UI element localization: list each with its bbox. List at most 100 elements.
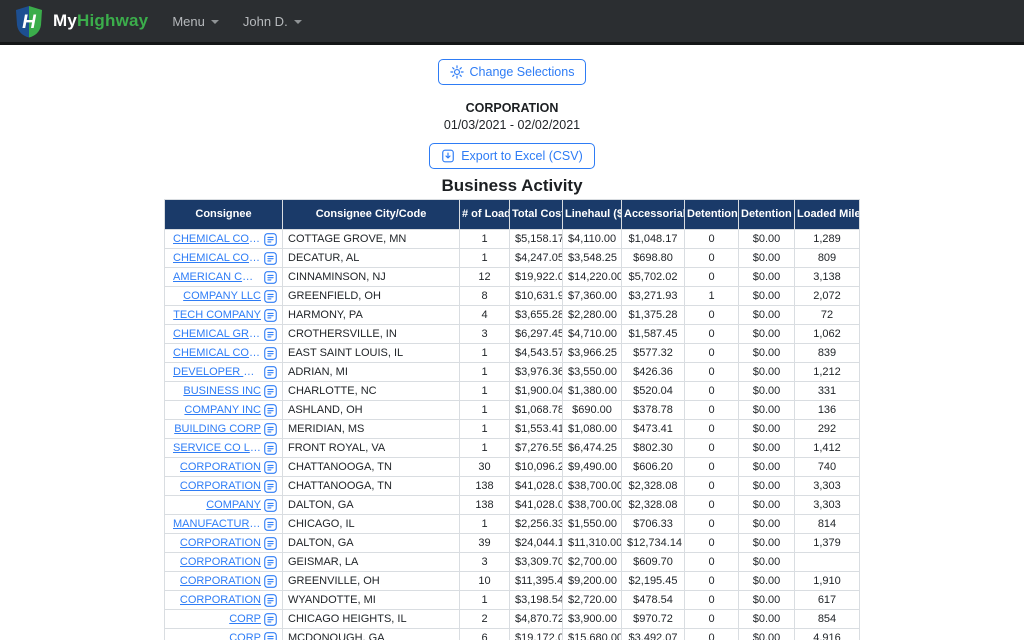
notes-icon[interactable] <box>264 461 277 474</box>
total-cost-cell: $24,044.14 <box>510 534 563 553</box>
detention-amt-cell: $0.00 <box>739 382 795 401</box>
detention-count-cell: 0 <box>685 268 739 287</box>
notes-icon[interactable] <box>264 575 277 588</box>
consignee-cell: TECH COMPANY <box>165 306 283 325</box>
notes-icon[interactable] <box>264 347 277 360</box>
total-cost-cell: $3,976.36 <box>510 363 563 382</box>
total-cost-cell: $4,543.57 <box>510 344 563 363</box>
notes-icon[interactable] <box>264 404 277 417</box>
detention-amt-cell: $0.00 <box>739 515 795 534</box>
consignee-link[interactable]: CORPORATION <box>180 537 261 550</box>
notes-icon[interactable] <box>264 233 277 246</box>
linehaul-cell: $690.00 <box>563 401 622 420</box>
consignee-link[interactable]: CHEMICAL COM... <box>173 233 261 246</box>
notes-icon[interactable] <box>264 556 277 569</box>
detention-count-cell: 0 <box>685 363 739 382</box>
detention-amt-cell: $0.00 <box>739 306 795 325</box>
chevron-down-icon <box>294 20 302 24</box>
accessorial-cell: $5,702.02 <box>622 268 685 287</box>
table-row: CORPORATIONGEISMAR, LA3$3,309.70$2,700.0… <box>165 553 860 572</box>
consignee-cell: CORPORATION <box>165 458 283 477</box>
table-row: CORPORATIONCHATTANOOGA, TN30$10,096.20$9… <box>165 458 860 477</box>
consignee-link[interactable]: COMPANY <box>206 499 261 512</box>
accessorial-cell: $577.32 <box>622 344 685 363</box>
notes-icon[interactable] <box>264 271 277 284</box>
detention-count-cell: 0 <box>685 458 739 477</box>
detention-count-cell: 0 <box>685 249 739 268</box>
loaded-miles-cell: 2,072 <box>795 287 860 306</box>
loaded-miles-cell: 814 <box>795 515 860 534</box>
notes-icon[interactable] <box>264 442 277 455</box>
detention-amt-cell: $0.00 <box>739 458 795 477</box>
notes-icon[interactable] <box>264 613 277 626</box>
loads-cell: 8 <box>460 287 510 306</box>
consignee-link[interactable]: TECH COMPANY <box>173 309 261 322</box>
notes-icon[interactable] <box>264 594 277 607</box>
user-dropdown[interactable]: John D. <box>243 14 302 29</box>
consignee-cell: CORPORATION <box>165 553 283 572</box>
consignee-cell: BUSINESS INC <box>165 382 283 401</box>
total-cost-cell: $6,297.45 <box>510 325 563 344</box>
consignee-link[interactable]: CHEMICAL GROUP <box>173 328 261 341</box>
notes-icon[interactable] <box>264 328 277 341</box>
consignee-cell: CORPORATION <box>165 477 283 496</box>
detention-amt-cell: $0.00 <box>739 610 795 629</box>
loaded-miles-cell: 740 <box>795 458 860 477</box>
consignee-link[interactable]: BUILDING CORP <box>174 423 261 436</box>
accessorial-cell: $2,328.08 <box>622 477 685 496</box>
linehaul-cell: $3,548.25 <box>563 249 622 268</box>
consignee-link[interactable]: CORPORATION <box>180 575 261 588</box>
table-row: CORPORATIONCHATTANOOGA, TN138$41,028.08$… <box>165 477 860 496</box>
loads-cell: 138 <box>460 477 510 496</box>
consignee-link[interactable]: CORP <box>229 632 261 640</box>
consignee-link[interactable]: CORPORATION <box>180 461 261 474</box>
consignee-link[interactable]: SERVICE CO LLC <box>173 442 261 455</box>
consignee-link[interactable]: MANUFACTURIN... <box>173 518 261 531</box>
consignee-link[interactable]: CHEMICAL COM... <box>173 252 261 265</box>
notes-icon[interactable] <box>264 537 277 550</box>
shield-h-logo-icon: H <box>14 5 44 38</box>
linehaul-cell: $3,550.00 <box>563 363 622 382</box>
notes-icon[interactable] <box>264 423 277 436</box>
consignee-link[interactable]: CORP <box>229 613 261 626</box>
consignee-link[interactable]: DEVELOPER CO... <box>173 366 261 379</box>
total-cost-cell: $7,276.55 <box>510 439 563 458</box>
total-cost-cell: $10,631.93 <box>510 287 563 306</box>
notes-icon[interactable] <box>264 480 277 493</box>
table-row: CORPORATIONGREENVILLE, OH10$11,395.45$9,… <box>165 572 860 591</box>
detention-amt-cell: $0.00 <box>739 249 795 268</box>
notes-icon[interactable] <box>264 632 277 640</box>
consignee-link[interactable]: BUSINESS INC <box>183 385 261 398</box>
menu-dropdown[interactable]: Menu <box>172 14 219 29</box>
consignee-link[interactable]: CORPORATION <box>180 556 261 569</box>
loaded-miles-cell: 1,910 <box>795 572 860 591</box>
notes-icon[interactable] <box>264 366 277 379</box>
total-cost-cell: $3,309.70 <box>510 553 563 572</box>
notes-icon[interactable] <box>264 499 277 512</box>
export-csv-button[interactable]: Export to Excel (CSV) <box>429 143 595 169</box>
consignee-city-cell: GREENFIELD, OH <box>283 287 460 306</box>
consignee-link[interactable]: CORPORATION <box>180 594 261 607</box>
brand[interactable]: H MyHighway <box>14 5 148 38</box>
total-cost-cell: $1,900.04 <box>510 382 563 401</box>
notes-icon[interactable] <box>264 518 277 531</box>
detention-count-cell: 0 <box>685 439 739 458</box>
consignee-cell: CHEMICAL GROUP <box>165 325 283 344</box>
loads-cell: 4 <box>460 306 510 325</box>
consignee-link[interactable]: COMPANY LLC <box>183 290 261 303</box>
notes-icon[interactable] <box>264 309 277 322</box>
business-activity-table: ConsigneeConsignee City/Code# of LoadsTo… <box>164 199 860 640</box>
column-header-8: Loaded Miles <box>795 200 860 230</box>
consignee-link[interactable]: COMPANY INC <box>184 404 261 417</box>
change-selections-button[interactable]: Change Selections <box>438 59 587 85</box>
linehaul-cell: $4,710.00 <box>563 325 622 344</box>
notes-icon[interactable] <box>264 252 277 265</box>
consignee-link[interactable]: AMERICAN COM... <box>173 271 261 284</box>
detention-amt-cell: $0.00 <box>739 363 795 382</box>
notes-icon[interactable] <box>264 290 277 303</box>
consignee-link[interactable]: CHEMICAL CORP <box>173 347 261 360</box>
consignee-city-cell: CHARLOTTE, NC <box>283 382 460 401</box>
notes-icon[interactable] <box>264 385 277 398</box>
consignee-link[interactable]: CORPORATION <box>180 480 261 493</box>
report-title: CORPORATION <box>0 101 1024 115</box>
